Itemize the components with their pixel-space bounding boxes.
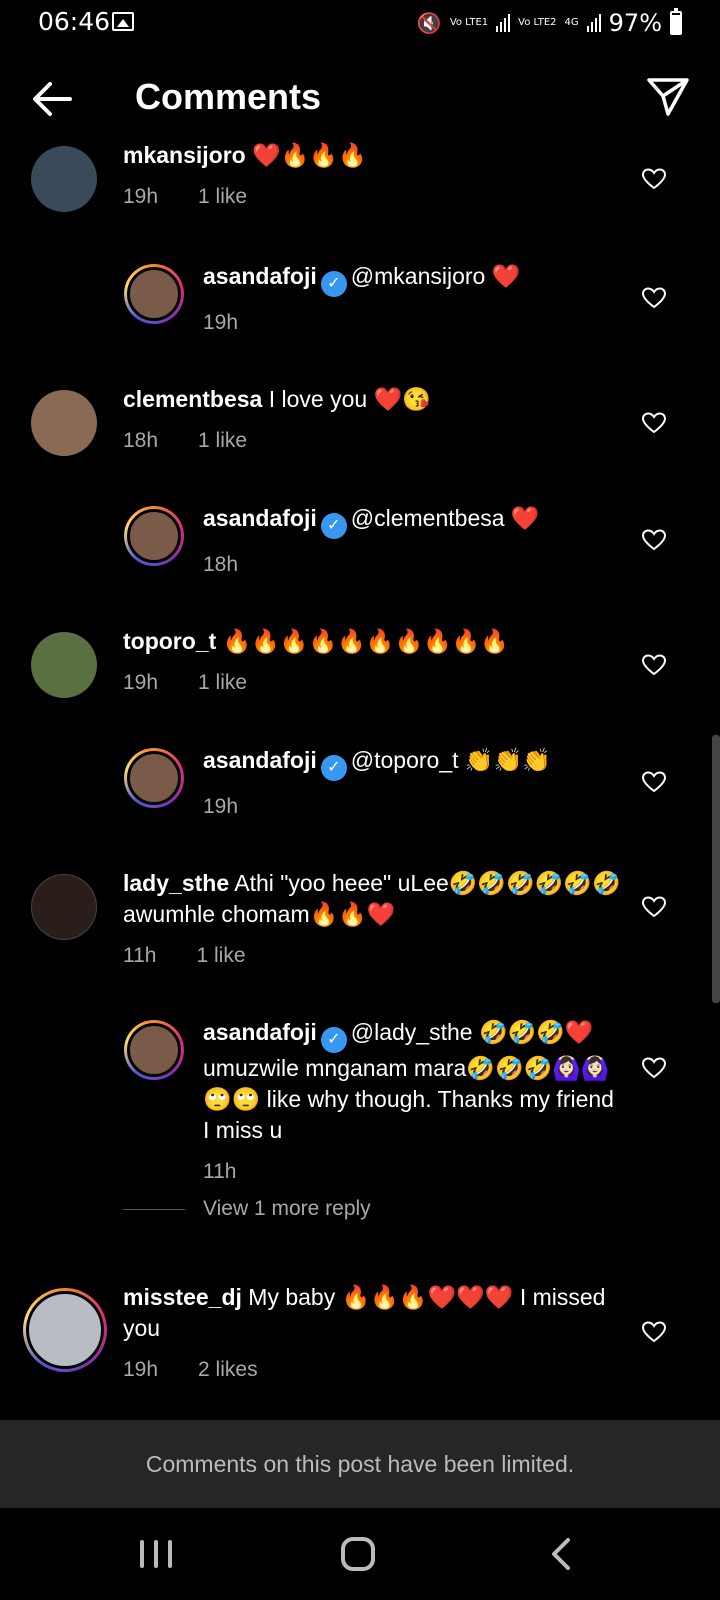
comment-time: 19h [123, 1358, 159, 1381]
system-nav-bar [0, 1508, 720, 1600]
comment-text: ❤️🔥🔥🔥 [252, 142, 367, 168]
comment-likes[interactable]: 1 like [198, 667, 247, 698]
verified-badge-icon: ✓ [320, 271, 347, 297]
like-heart-icon[interactable] [642, 1321, 666, 1343]
like-heart-icon[interactable] [642, 896, 666, 918]
status-indicators: 🔇 Vo LTE1 Vo LTE2 4G 97% [417, 8, 682, 38]
reply-time: 19h [203, 311, 239, 334]
avatar[interactable] [124, 264, 184, 324]
back-arrow-icon[interactable] [30, 79, 74, 119]
signal-icon [586, 14, 601, 32]
avatar[interactable] [31, 874, 97, 940]
avatar[interactable] [124, 1020, 184, 1080]
avatar[interactable] [31, 146, 97, 212]
view-more-replies-button[interactable]: View 1 more reply [123, 1197, 371, 1221]
verified-badge-icon: ✓ [320, 513, 347, 539]
like-heart-icon[interactable] [642, 412, 666, 434]
like-heart-icon[interactable] [642, 529, 666, 551]
reply-text: @clementbesa ❤️ [350, 505, 540, 531]
battery-icon [670, 8, 682, 35]
page-title: Comments [135, 76, 322, 117]
gallery-notification-icon [112, 12, 134, 31]
comment-time: 11h [123, 944, 157, 967]
like-heart-icon[interactable] [642, 287, 666, 309]
comment-username[interactable]: misstee_dj [123, 1284, 242, 1310]
reply-username[interactable]: asandafoji [203, 1019, 317, 1045]
avatar[interactable] [124, 506, 184, 566]
comment-time: 19h [123, 671, 159, 694]
comment-likes[interactable]: 1 like [196, 940, 245, 971]
comment-likes[interactable]: 1 like [198, 181, 247, 212]
comment-username[interactable]: mkansijoro [123, 142, 246, 168]
comment-username[interactable]: clementbesa [123, 386, 262, 412]
reply-username[interactable]: asandafoji [203, 505, 317, 531]
comments-header: Comments [0, 58, 720, 138]
nav-back-icon[interactable] [548, 1536, 574, 1572]
share-icon[interactable] [646, 74, 690, 118]
like-heart-icon[interactable] [642, 168, 666, 190]
status-bar: 06:46 🔇 Vo LTE1 Vo LTE2 4G 97% [0, 0, 720, 46]
comment-username[interactable]: toporo_t [123, 628, 216, 654]
comment-likes[interactable]: 1 like [198, 425, 247, 456]
reply-text: @toporo_t 👏👏👏 [350, 747, 551, 773]
reply-username[interactable]: asandafoji [203, 263, 317, 289]
avatar[interactable] [23, 1288, 107, 1372]
network-type: 4G [564, 17, 579, 28]
status-time: 06:46 [38, 7, 111, 36]
recents-icon[interactable] [140, 1540, 172, 1568]
verified-badge-icon: ✓ [320, 1027, 347, 1053]
comment-text: I love you ❤️😘 [268, 386, 431, 412]
like-heart-icon[interactable] [642, 771, 666, 793]
comment-time: 18h [123, 429, 159, 452]
battery-percent: 97% [608, 9, 662, 37]
comment-time: 19h [123, 185, 159, 208]
reply-username[interactable]: asandafoji [203, 747, 317, 773]
scrollbar[interactable] [712, 735, 720, 1003]
sim2-label: Vo LTE2 [518, 17, 557, 28]
reply-time: 11h [203, 1160, 237, 1183]
verified-badge-icon: ✓ [320, 755, 347, 781]
mute-icon: 🔇 [416, 11, 442, 35]
avatar[interactable] [124, 748, 184, 808]
signal-icon [496, 14, 511, 32]
comment-username[interactable]: lady_sthe [123, 870, 229, 896]
sim1-label: Vo LTE1 [449, 17, 489, 28]
comments-limited-notice: Comments on this post have been limited. [0, 1420, 720, 1508]
comment-text: 🔥🔥🔥🔥🔥🔥🔥🔥🔥🔥 [222, 628, 510, 654]
like-heart-icon[interactable] [642, 654, 666, 676]
home-icon[interactable] [341, 1537, 375, 1571]
view-more-label: View 1 more reply [203, 1197, 371, 1220]
reply-time: 18h [203, 553, 239, 576]
comment-likes[interactable]: 2 likes [198, 1354, 258, 1385]
like-heart-icon[interactable] [642, 1057, 666, 1079]
divider [123, 1208, 185, 1210]
reply-time: 19h [203, 795, 239, 818]
avatar[interactable] [31, 390, 97, 456]
reply-text: @mkansijoro ❤️ [350, 263, 521, 289]
avatar[interactable] [31, 632, 97, 698]
